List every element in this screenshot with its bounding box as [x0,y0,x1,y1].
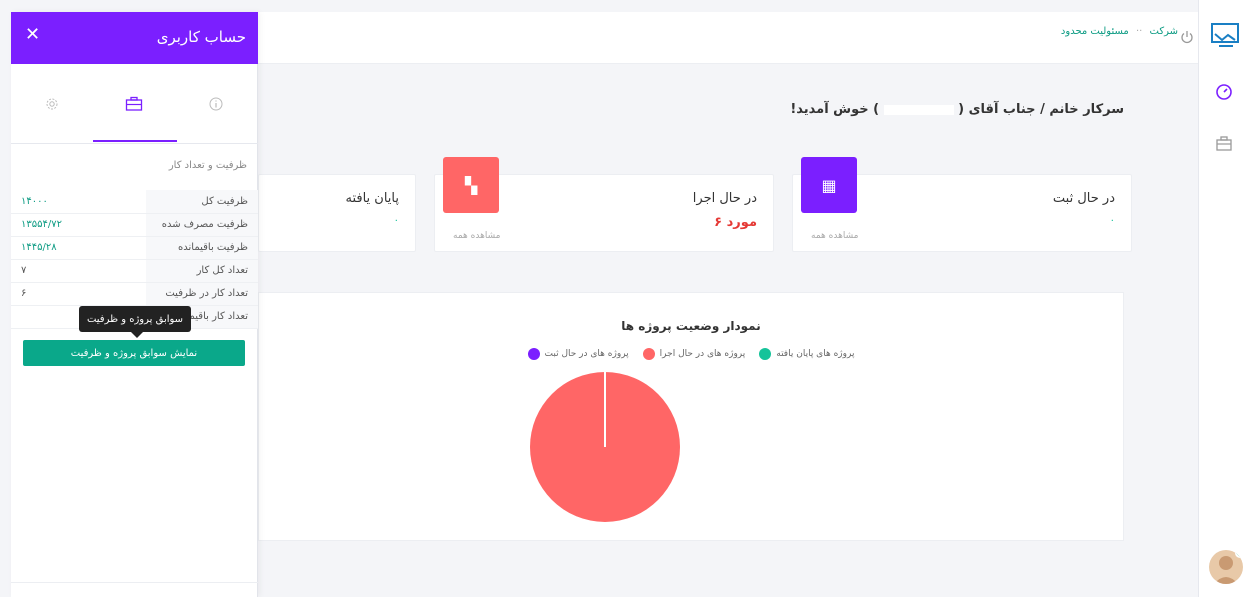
table-row: ظرفیت مصرف شده ۱۳۵۵۴/۷۲ [11,213,258,237]
legend-label: پروژه های در حال اجرا [659,349,746,359]
handshake-logo-icon[interactable] [1209,20,1241,50]
card-completed[interactable]: پایان یافته ۰ [258,174,416,252]
welcome-prefix: سرکار خانم / جناب آقای ( [958,102,1124,117]
row-label: تعداد کار در ظرفیت [146,282,258,306]
chart-legend: پروژه های پایان یافته پروژه های در حال ا… [259,348,1123,360]
legend-item[interactable]: پروژه های در حال ثبت [527,348,629,360]
panel-footer-divider [11,582,258,583]
panel-title: حساب کاربری [156,28,246,46]
welcome-message: سرکار خانم / جناب آقای ( ) خوش آمدید! [790,102,1124,117]
legend-label: پروژه های در حال ثبت [544,349,629,359]
building-icon: ▦ [801,157,857,213]
tab-info[interactable] [201,92,231,116]
show-history-button[interactable]: نمایش سوابق پروژه و ظرفیت [23,340,245,366]
user-name-redacted [883,104,954,115]
card-value: ۰ [1109,215,1115,226]
tab-settings[interactable] [37,92,67,116]
panel-header: حساب کاربری ✕ [11,12,258,64]
view-all-link[interactable]: مشاهده همه [453,231,500,241]
table-row: تعداد کل کار ۷ [11,259,258,283]
panel-tabs [11,64,258,144]
row-label: ظرفیت مصرف شده [146,213,258,237]
legend-label: پروژه های پایان یافته [776,349,855,359]
card-value: ۰ [393,215,399,226]
briefcase-icon[interactable] [1212,132,1236,156]
right-rail [1198,0,1248,597]
top-bar: شرکت ·· مسئولیت محدود [258,12,1198,64]
view-all-link[interactable]: مشاهده همه [811,231,858,241]
card-title: در حال اجرا [692,191,757,206]
close-icon[interactable]: ✕ [25,24,40,45]
tab-capacity[interactable] [119,92,149,116]
company-label: شرکت [1149,26,1178,37]
user-account-panel: حساب کاربری ✕ ظرفیت و تعداد کار ظرفیت کل… [11,12,258,597]
company-type: مسئولیت محدود [1060,26,1129,37]
separator: ·· [1135,26,1143,37]
company-info[interactable]: شرکت ·· مسئولیت محدود [1061,26,1178,37]
card-value: ۶ مورد [714,215,757,230]
card-registering[interactable]: ▦ در حال ثبت ۰ مشاهده همه [792,157,1132,252]
welcome-suffix: ) خوش آمدید! [790,102,880,117]
legend-item[interactable]: پروژه های پایان یافته [759,348,854,360]
tooltip: سوابق پروژه و ظرفیت [79,306,191,338]
table-row: ظرفیت باقیمانده ۱۴۴۵/۲۸ [11,236,258,260]
legend-swatch [759,348,772,360]
speedometer-icon[interactable] [1212,80,1236,104]
row-value: ۶ [11,282,146,306]
active-tab-indicator [93,140,177,142]
project-status-chart: نمودار وضعیت پروژه ها پروژه های پایان یا… [258,292,1124,541]
online-status-dot [1235,550,1243,558]
power-icon[interactable] [1180,30,1194,48]
legend-swatch [642,348,655,360]
gear-icon [46,98,58,110]
row-value: ۷ [11,259,146,283]
row-value: ۱۴۰۰۰ [11,190,146,214]
card-title: پایان یافته [345,191,399,206]
briefcase-icon [125,96,143,111]
legend-item[interactable]: پروژه های در حال اجرا [642,348,746,360]
row-value: ۱۴۴۵/۲۸ [11,236,146,260]
card-in-progress[interactable]: ▚ در حال اجرا ۶ مورد مشاهده همه [434,157,774,252]
section-title: ظرفیت و تعداد کار [168,160,247,171]
card-title: در حال ثبت [1052,191,1115,206]
row-label: ظرفیت باقیمانده [146,236,258,260]
avatar[interactable] [1209,550,1243,584]
row-label: ظرفیت کل [146,190,258,214]
table-row: ظرفیت کل ۱۴۰۰۰ [11,190,258,214]
pie-chart [530,372,680,522]
dashboard-icon: ▚ [443,157,499,213]
row-value: ۱۳۵۵۴/۷۲ [11,213,146,237]
table-row: تعداد کار در ظرفیت ۶ [11,282,258,306]
chart-title: نمودار وضعیت پروژه ها [621,319,761,333]
legend-swatch [527,348,540,360]
info-icon [209,97,223,111]
row-label: تعداد کل کار [146,259,258,283]
